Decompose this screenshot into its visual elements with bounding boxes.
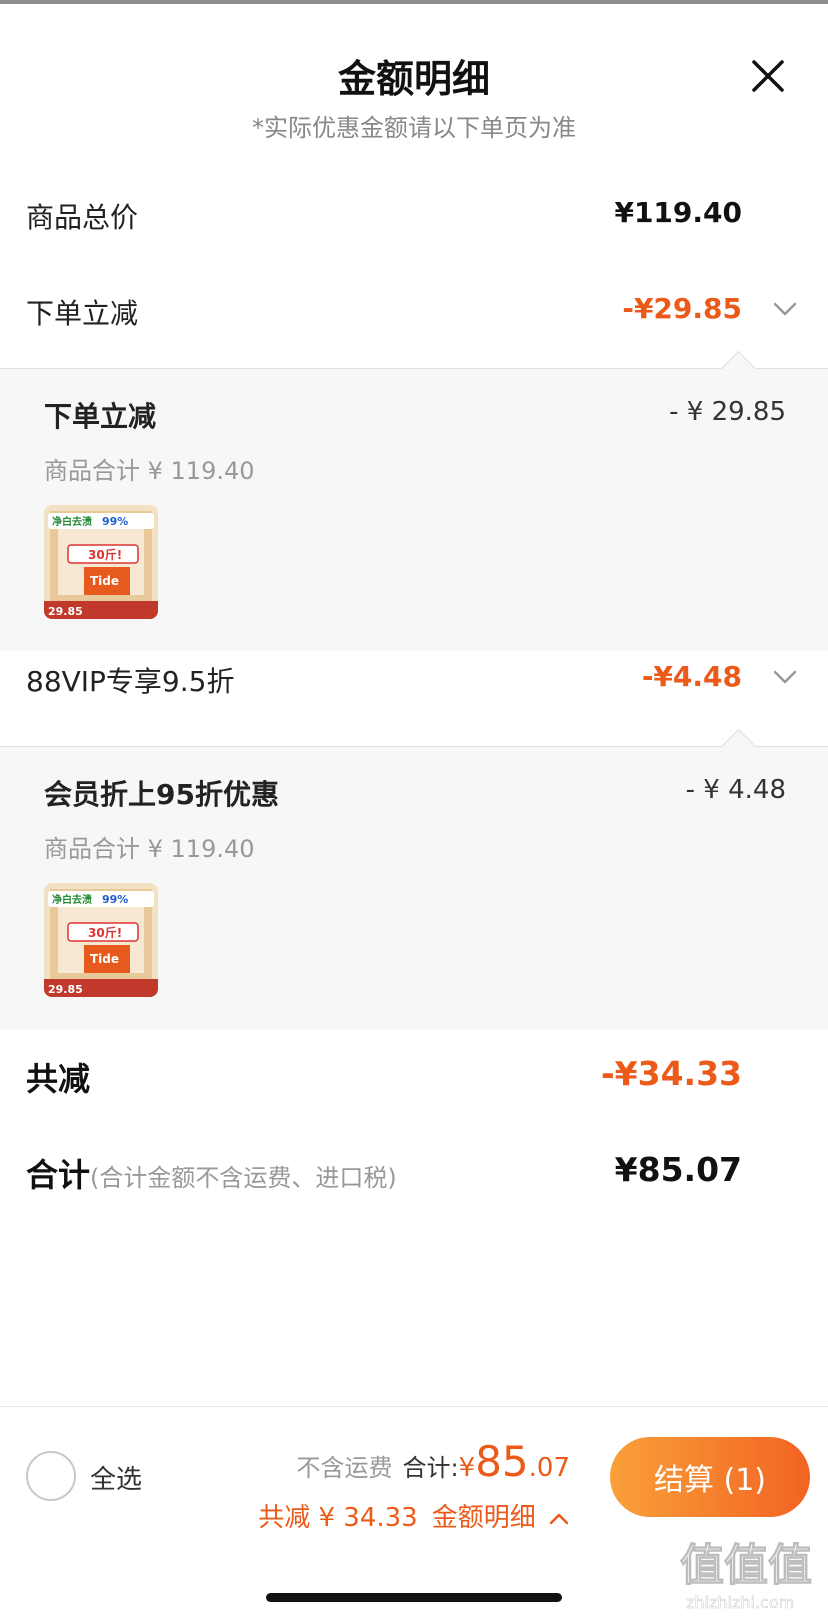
- thumb-banner: 净白去渍: [52, 893, 92, 906]
- discount-detail-panel: 下单立减 - ¥ 29.85 商品合计 ¥ 119.40 净白去渍 99% 30…: [0, 350, 828, 651]
- panel-notch: [720, 728, 757, 765]
- watermark: 值值值 zhizhizhi.com: [676, 1528, 824, 1614]
- watermark-site: zhizhizhi.com: [686, 1593, 794, 1612]
- thumb-badge: 30斤!: [88, 547, 122, 562]
- thumb-highlight: 99%: [102, 515, 128, 528]
- footer-total-label: 合计:: [402, 1454, 459, 1482]
- close-icon: [752, 60, 784, 92]
- select-all-checkbox[interactable]: [26, 1451, 76, 1501]
- panel-subtotal: 商品合计 ¥ 119.40: [44, 835, 255, 863]
- discount-value: -¥29.85: [622, 292, 742, 325]
- panel-notch: [720, 350, 757, 387]
- saved-amount: 共减 ¥ 34.33: [258, 1503, 418, 1533]
- total-discount-label: 共减: [26, 1060, 91, 1098]
- amount-detail-label: 金额明细: [431, 1503, 536, 1533]
- goods-total-label: 商品总价: [26, 201, 139, 234]
- shipping-note: 不含运费: [296, 1454, 393, 1482]
- thumb-badge: 30斤!: [88, 925, 122, 940]
- product-thumbnail[interactable]: 净白去渍 99% 30斤! Tide 29.85: [44, 505, 158, 619]
- footer-amount-dec: .07: [528, 1453, 570, 1483]
- page-subtitle: *实际优惠金额请以下单页为准: [252, 114, 576, 142]
- home-indicator[interactable]: [266, 1593, 562, 1602]
- discount-label: 88VIP专享9.5折: [26, 665, 235, 698]
- panel-title: 会员折上95折优惠: [44, 778, 279, 811]
- discount-row-instant[interactable]: 下单立减 -¥29.85: [0, 292, 828, 342]
- footer-amount-int: 85: [475, 1437, 529, 1486]
- thumb-banner: 净白去渍: [52, 515, 92, 528]
- watermark-logo: 值值值: [680, 1540, 812, 1591]
- amount-detail-link[interactable]: 金额明细: [432, 1503, 570, 1533]
- goods-total-value: ¥119.40: [614, 196, 742, 229]
- thumb-highlight: 99%: [102, 893, 128, 906]
- discount-label: 下单立减: [26, 297, 139, 330]
- panel-amount: - ¥ 4.48: [685, 775, 786, 805]
- grand-total-label-group: 合计(合计金额不含运费、进口税): [26, 1150, 397, 1196]
- footer-currency: ¥: [458, 1453, 476, 1483]
- footer-total: 不含运费 合计:¥85.07: [297, 1437, 570, 1486]
- grand-total-value: ¥85.07: [614, 1150, 742, 1189]
- thumb-price: 29.85: [48, 983, 83, 996]
- goods-total-row: 商品总价 ¥119.40: [0, 196, 828, 246]
- page-title: 金额明细: [337, 57, 490, 101]
- panel-subtotal: 商品合计 ¥ 119.40: [44, 457, 255, 485]
- discount-row-vip[interactable]: 88VIP专享9.5折 -¥4.48: [0, 660, 828, 710]
- close-button[interactable]: [744, 52, 792, 100]
- thumb-brand: Tide: [90, 574, 119, 588]
- grand-total-label: 合计: [26, 1156, 91, 1194]
- chevron-down-icon[interactable]: [770, 662, 800, 692]
- vip-detail-panel: 会员折上95折优惠 - ¥ 4.48 商品合计 ¥ 119.40 净白去渍 99…: [0, 728, 828, 1029]
- footer-savings: 共减 ¥ 34.33 金额明细: [258, 1497, 570, 1534]
- panel-amount: - ¥ 29.85: [669, 397, 786, 427]
- product-thumbnail[interactable]: 净白去渍 99% 30斤! Tide 29.85: [44, 883, 158, 997]
- panel-title: 下单立减: [44, 400, 157, 433]
- total-discount-value: -¥34.33: [600, 1054, 742, 1093]
- grand-total-row: 合计(合计金额不含运费、进口税) ¥85.07: [0, 1150, 828, 1206]
- select-all-label[interactable]: 全选: [90, 1459, 142, 1496]
- discount-value: -¥4.48: [641, 660, 742, 693]
- grand-total-note: (合计金额不含运费、进口税): [90, 1164, 397, 1192]
- chevron-down-icon[interactable]: [770, 294, 800, 324]
- thumb-brand: Tide: [90, 952, 119, 966]
- chevron-up-icon: [549, 1513, 569, 1524]
- checkout-button[interactable]: 结算 (1): [610, 1437, 810, 1517]
- modal-header: 金额明细 *实际优惠金额请以下单页为准: [0, 4, 828, 154]
- total-discount-row: 共减 -¥34.33: [0, 1054, 828, 1110]
- thumb-price: 29.85: [48, 605, 83, 618]
